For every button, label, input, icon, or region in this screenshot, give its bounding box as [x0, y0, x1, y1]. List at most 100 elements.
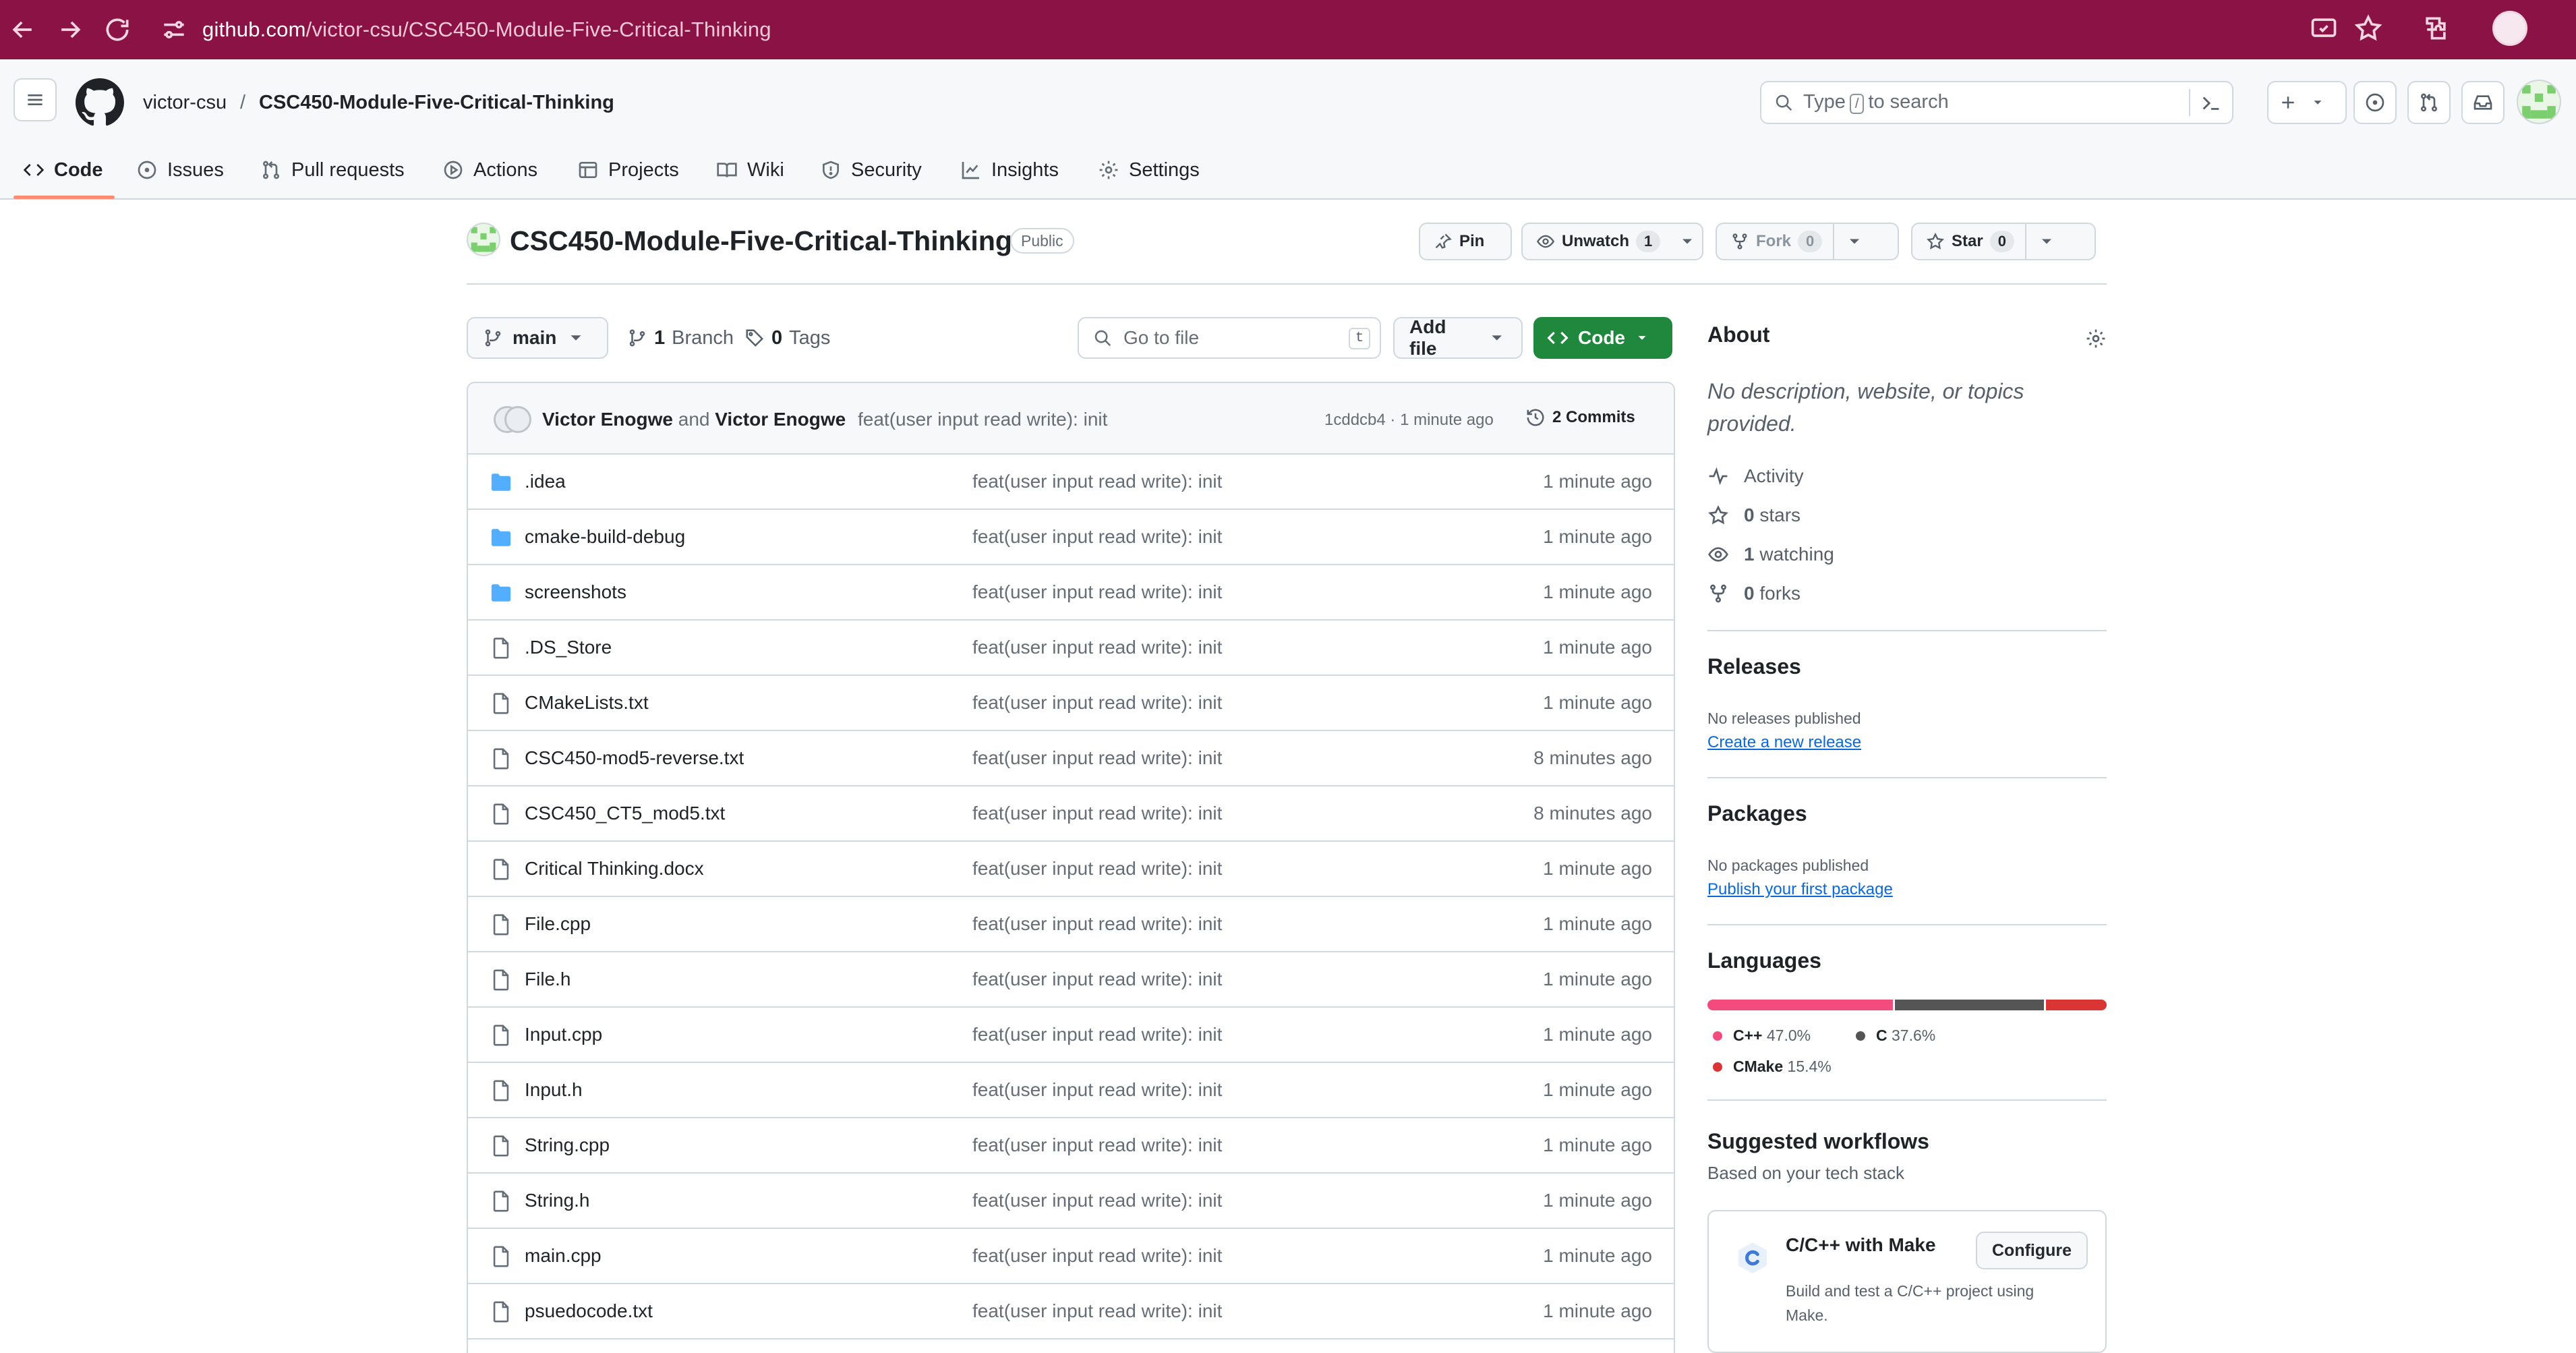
file-commit-message[interactable]: feat(user input read write): init — [972, 1298, 1222, 1325]
file-commit-message[interactable]: feat(user input read write): init — [972, 1187, 1222, 1214]
file-name[interactable]: screenshots — [525, 579, 626, 606]
file-commit-message[interactable]: feat(user input read write): init — [972, 1076, 1222, 1103]
file-commit-message[interactable]: feat(user input read write): init — [972, 911, 1222, 938]
commit-avatars[interactable] — [494, 406, 533, 433]
table-row[interactable]: String.cpp feat(user input read write): i… — [468, 1118, 1674, 1174]
table-row[interactable]: String.h feat(user input read write): ini… — [468, 1174, 1674, 1229]
table-row[interactable]: .idea feat(user input read write): init 1 … — [468, 455, 1674, 510]
file-commit-message[interactable]: feat(user input read write): init — [972, 634, 1222, 661]
inbox-icon[interactable] — [2461, 81, 2505, 124]
commit-message[interactable]: feat(user input read write): init — [858, 409, 1107, 430]
repo-title[interactable]: CSC450-Module-Five-Critical-Thinking — [510, 224, 1012, 258]
configure-workflow-button[interactable]: Configure — [1976, 1232, 2088, 1269]
table-row[interactable]: CSC450_CT5_mod5.txt feat(user input read … — [468, 786, 1674, 842]
reload-icon[interactable] — [103, 15, 132, 45]
tab-actions[interactable]: Actions — [442, 140, 537, 200]
file-commit-message[interactable]: feat(user input read write): init — [972, 523, 1222, 550]
create-release-link[interactable]: Create a new release — [1707, 731, 1861, 754]
file-name[interactable]: CSC450_CT5_mod5.txt — [525, 800, 725, 827]
file-name[interactable]: String.cpp — [525, 1132, 610, 1159]
global-search-input[interactable]: Type / to search — [1760, 81, 2233, 124]
table-row[interactable]: Critical Thinking.docx feat(user input re… — [468, 842, 1674, 897]
table-row[interactable]: cmake-build-debug feat(user input read wr… — [468, 510, 1674, 565]
language-c[interactable]: C 37.6% — [1856, 1027, 1935, 1045]
file-commit-message[interactable]: feat(user input read write): init — [972, 800, 1222, 827]
commit-author[interactable]: Victor Enogwe — [542, 409, 673, 430]
back-arrow-icon[interactable] — [8, 15, 38, 45]
file-name[interactable]: .DS_Store — [525, 634, 612, 661]
hamburger-menu-icon[interactable] — [13, 78, 57, 121]
file-name[interactable]: psuedocode.txt — [525, 1298, 653, 1325]
pin-button[interactable]: Pin — [1419, 223, 1512, 260]
site-settings-icon[interactable] — [159, 15, 189, 45]
watch-button[interactable]: Unwatch 1 — [1521, 223, 1703, 260]
stars-link[interactable]: 0 stars — [1707, 502, 1801, 529]
file-name[interactable]: .idea — [525, 468, 566, 495]
file-commit-message[interactable]: feat(user input read write): init — [972, 689, 1222, 716]
bookmark-star-icon[interactable] — [2353, 13, 2383, 43]
tab-insights[interactable]: Insights — [960, 140, 1059, 200]
tab-issues[interactable]: Issues — [136, 140, 224, 200]
publish-package-link[interactable]: Publish your first package — [1707, 878, 1893, 901]
file-name[interactable]: CMakeLists.txt — [525, 689, 649, 716]
tags-link[interactable]: 0 Tags — [744, 324, 830, 352]
file-commit-message[interactable]: feat(user input read write): init — [972, 1021, 1222, 1048]
table-row[interactable]: screenshots feat(user input read write): … — [468, 565, 1674, 621]
file-name[interactable]: File.h — [525, 966, 570, 993]
tab-code[interactable]: Code — [23, 140, 103, 200]
file-commit-message[interactable]: feat(user input read write): init — [972, 468, 1222, 495]
forks-link[interactable]: 0 forks — [1707, 580, 1801, 607]
releases-title[interactable]: Releases — [1707, 654, 1801, 679]
tab-wiki[interactable]: Wiki — [716, 140, 784, 200]
address-bar[interactable]: github.com/victor-csu/CSC450-Module-Five… — [202, 13, 771, 46]
tab-pull-requests[interactable]: Pull requests — [260, 140, 405, 200]
file-name[interactable]: cmake-build-debug — [525, 523, 685, 550]
file-commit-message[interactable]: feat(user input read write): init — [972, 966, 1222, 993]
go-to-file-input[interactable]: Go to file t — [1078, 317, 1381, 359]
breadcrumb-owner[interactable]: victor-csu — [143, 89, 227, 116]
language-cpp[interactable]: C++ 47.0% — [1713, 1027, 1811, 1045]
table-row[interactable]: CMakeLists.txt feat(user input read write… — [468, 676, 1674, 731]
file-commit-message[interactable]: feat(user input read write): init — [972, 855, 1222, 882]
star-button[interactable]: Star 0 — [1911, 223, 2096, 260]
table-row[interactable]: File.cpp feat(user input read write): ini… — [468, 897, 1674, 952]
github-logo-icon[interactable] — [76, 78, 124, 127]
table-row[interactable]: psuedocode.txt feat(user input read write… — [468, 1284, 1674, 1340]
language-cmake[interactable]: CMake 15.4% — [1713, 1058, 1832, 1076]
table-row[interactable]: main.cpp feat(user input read write): ini… — [468, 1229, 1674, 1284]
activity-link[interactable]: Activity — [1707, 463, 1804, 490]
user-avatar[interactable] — [2517, 80, 2561, 124]
file-commit-message[interactable]: feat(user input read write): init — [972, 745, 1222, 772]
file-name[interactable]: Critical Thinking.docx — [525, 855, 704, 882]
table-row[interactable]: Input.cpp feat(user input read write): in… — [468, 1008, 1674, 1063]
file-name[interactable]: Input.h — [525, 1076, 583, 1103]
issues-icon[interactable] — [2353, 81, 2397, 124]
tab-security[interactable]: Security — [820, 140, 922, 200]
table-row[interactable]: Input.h feat(user input read write): init… — [468, 1063, 1674, 1118]
file-commit-message[interactable]: feat(user input read write): init — [972, 1242, 1222, 1269]
commit-hash-time[interactable]: 1cddcb4 · 1 minute ago — [1324, 409, 1494, 432]
pull-requests-icon[interactable] — [2407, 81, 2451, 124]
cast-icon[interactable] — [2309, 13, 2339, 43]
fork-button[interactable]: Fork 0 — [1716, 223, 1899, 260]
table-row[interactable]: CSC450-mod5-reverse.txt feat(user input r… — [468, 731, 1674, 786]
commit-coauthor[interactable]: Victor Enogwe — [715, 409, 846, 430]
breadcrumb-repo[interactable]: CSC450-Module-Five-Critical-Thinking — [259, 89, 614, 116]
tab-projects[interactable]: Projects — [577, 140, 679, 200]
file-name[interactable]: main.cpp — [525, 1242, 602, 1269]
tab-settings[interactable]: Settings — [1098, 140, 1200, 200]
file-name[interactable]: CSC450-mod5-reverse.txt — [525, 745, 744, 772]
table-row[interactable]: .DS_Store feat(user input read write): in… — [468, 621, 1674, 676]
forward-arrow-icon[interactable] — [55, 15, 85, 45]
commits-history-link[interactable]: 2 Commits — [1525, 407, 1635, 428]
command-palette-icon[interactable] — [2200, 92, 2223, 115]
watching-link[interactable]: 1 watching — [1707, 541, 1834, 568]
file-commit-message[interactable]: feat(user input read write): init — [972, 1132, 1222, 1159]
file-name[interactable]: File.cpp — [525, 911, 591, 938]
file-name[interactable]: Input.cpp — [525, 1021, 602, 1048]
packages-title[interactable]: Packages — [1707, 801, 1807, 826]
code-dropdown-button[interactable]: Code — [1533, 317, 1672, 359]
table-row[interactable]: File.h feat(user input read write): init 1… — [468, 952, 1674, 1008]
browser-profile-avatar[interactable] — [2492, 11, 2527, 46]
create-new-button[interactable] — [2267, 81, 2347, 124]
